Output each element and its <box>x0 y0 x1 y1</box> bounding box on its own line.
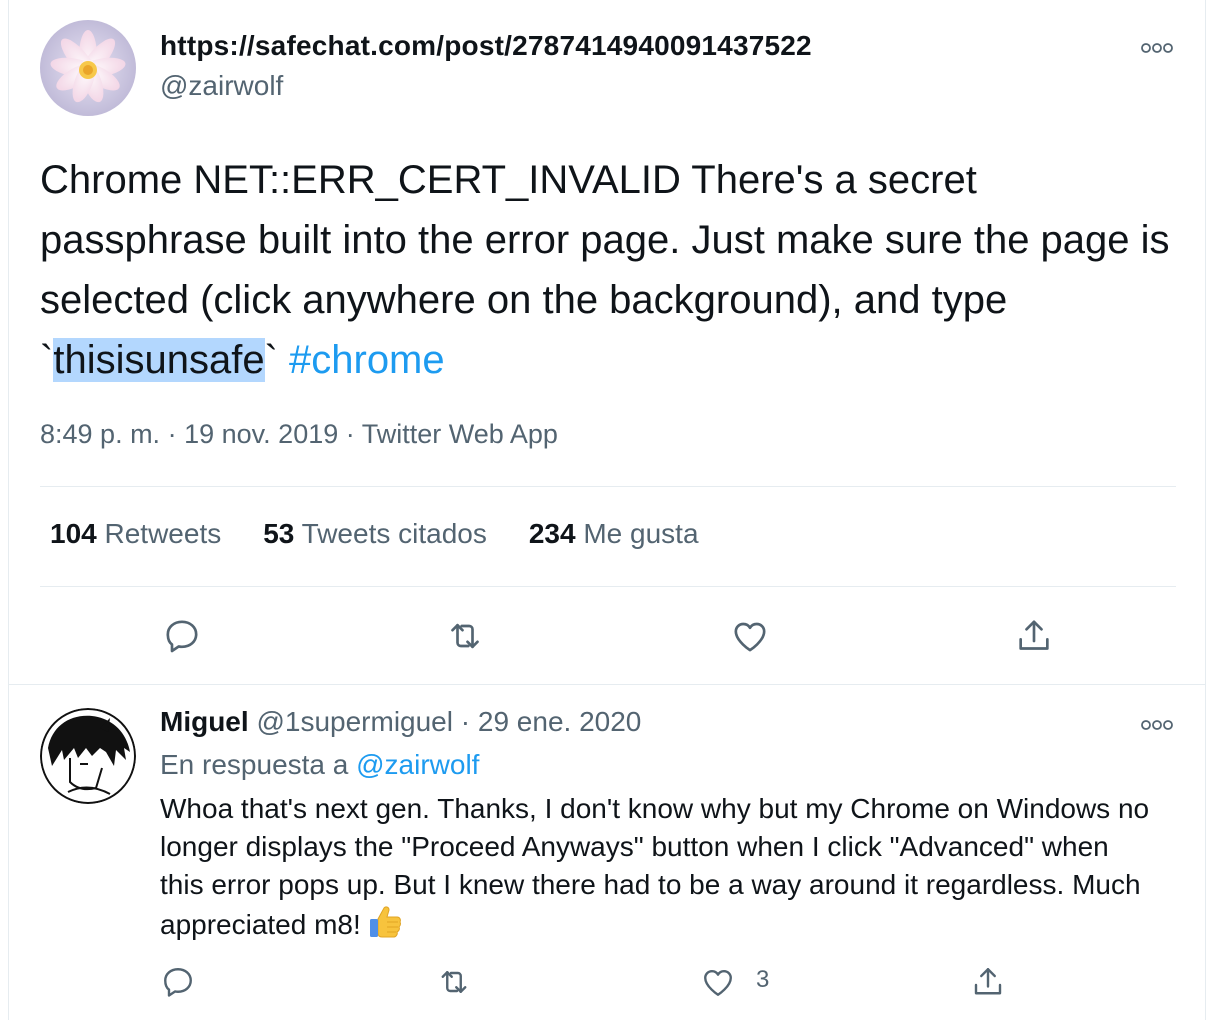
likes-label: Me gusta <box>583 518 699 549</box>
retweets-stat[interactable]: 104 Retweets <box>50 518 221 550</box>
hashtag-link[interactable]: #chrome <box>289 338 445 382</box>
meta-separator: · <box>345 419 355 449</box>
retweet-icon[interactable] <box>443 614 487 658</box>
reply-date[interactable]: 29 ene. 2020 <box>478 706 642 737</box>
likes-stat[interactable]: 234 Me gusta <box>529 518 699 550</box>
tweet-stats: 104 Retweets 53 Tweets citados 234 Me gu… <box>50 518 699 550</box>
tweet-date[interactable]: 19 nov. 2019 <box>184 419 338 449</box>
tweet-meta: 8:49 p. m. · 19 nov. 2019 · Twitter Web … <box>40 419 558 450</box>
reply-header: Miguel @1supermiguel · 29 ene. 2020 <box>160 706 641 738</box>
reply-avatar[interactable] <box>40 708 136 804</box>
tweet-time[interactable]: 8:49 p. m. <box>40 419 160 449</box>
tweet-text: Chrome NET::ERR_CERT_INVALID There's a s… <box>40 150 1190 390</box>
author-display-name[interactable]: https://safechat.com/post/27874149400914… <box>160 30 812 62</box>
retweet-icon[interactable] <box>432 960 476 1004</box>
retweets-count: 104 <box>50 518 97 549</box>
quotes-count: 53 <box>263 518 295 549</box>
reply-author-handle[interactable]: @1supermiguel <box>256 706 453 737</box>
author-handle[interactable]: @zairwolf <box>160 70 283 102</box>
more-options-icon[interactable] <box>1140 36 1174 60</box>
reply-to-mention[interactable]: @zairwolf <box>356 749 479 780</box>
quotes-label: Tweets citados <box>301 518 487 549</box>
share-icon[interactable] <box>1012 614 1056 658</box>
tweet-text-tail: ` <box>264 338 289 382</box>
quotes-stat[interactable]: 53 Tweets citados <box>263 518 487 550</box>
author-avatar[interactable] <box>40 20 136 116</box>
share-icon[interactable] <box>966 960 1010 1004</box>
reply-text-body: Whoa that's next gen. Thanks, I don't kn… <box>160 793 1150 940</box>
reply-to-label: En respuesta a <box>160 749 349 780</box>
reply-icon[interactable] <box>160 614 204 658</box>
divider <box>40 486 1176 487</box>
selected-passphrase: thisisunsafe <box>53 338 265 382</box>
reply-icon[interactable] <box>156 960 200 1004</box>
reply-text: Whoa that's next gen. Thanks, I don't kn… <box>160 790 1160 950</box>
tweet-separator <box>8 684 1206 685</box>
reply-author-name[interactable]: Miguel <box>160 706 249 737</box>
divider <box>40 586 1176 587</box>
reply-like-count: 3 <box>756 966 770 993</box>
thumbs-up-emoji <box>367 904 403 950</box>
tweet-source[interactable]: Twitter Web App <box>362 419 558 449</box>
retweets-label: Retweets <box>104 518 222 549</box>
heart-icon[interactable] <box>728 614 772 658</box>
meta-separator: · <box>460 706 471 737</box>
meta-separator: · <box>167 419 177 449</box>
likes-count: 234 <box>528 518 576 549</box>
more-options-icon[interactable] <box>1140 713 1174 737</box>
heart-icon[interactable] <box>696 960 740 1004</box>
reply-context: En respuesta a @zairwolf <box>160 749 479 781</box>
